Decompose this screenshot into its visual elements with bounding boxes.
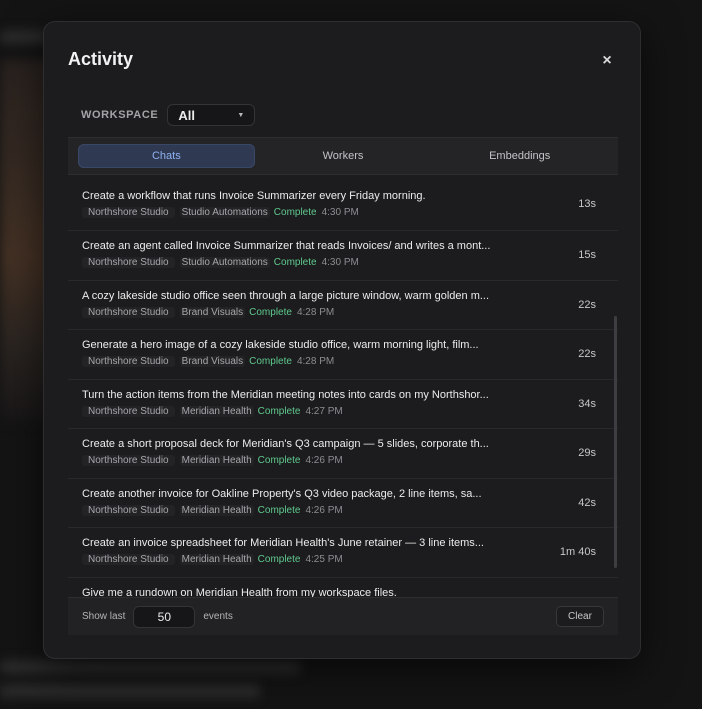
event-time: 4:26 PM (305, 504, 343, 516)
event-title: Create another invoice for Oakline Prope… (82, 487, 482, 500)
event-list[interactable]: Create a workflow that runs Invoice Summ… (68, 175, 618, 597)
event-title: Give me a rundown on Meridian Health fro… (82, 586, 397, 598)
event-workspace: Northshore Studio (82, 306, 175, 318)
event-workspace: Northshore Studio (82, 455, 175, 466)
tab-embeddings[interactable]: Embeddings (431, 144, 608, 168)
event-time: 4:30 PM (321, 257, 359, 268)
event-duration: 22s (578, 348, 596, 361)
event-title: Turn the action items from the Meridian … (82, 388, 489, 401)
event-workspace: Northshore Studio (82, 356, 175, 367)
event-project: Meridian Health (179, 504, 254, 516)
event-time: 4:26 PM (305, 455, 343, 466)
tab-workers[interactable]: Workers (255, 144, 432, 168)
event-duration: 22s (578, 298, 596, 311)
event-row[interactable]: Generate a hero image of a cozy lakeside… (68, 330, 618, 380)
event-row[interactable]: A cozy lakeside studio office seen throu… (68, 281, 618, 330)
event-status: Complete (249, 306, 292, 318)
event-workspace: Northshore Studio (82, 554, 175, 565)
backdrop-strip (0, 684, 260, 698)
event-status: Complete (257, 455, 301, 466)
list-footer: Show last events Clear (68, 597, 618, 635)
event-duration: 34s (578, 397, 596, 410)
event-duration: 13s (578, 197, 596, 210)
event-row[interactable]: Give me a rundown on Meridian Health fro… (68, 578, 618, 598)
event-meta: Northshore Studio Studio Automations Com… (82, 207, 618, 218)
list-scrollbar[interactable] (614, 316, 617, 568)
backdrop-strip (0, 660, 300, 674)
event-status: Complete (257, 405, 301, 417)
event-status: Complete (257, 554, 301, 565)
event-row[interactable]: Create a short proposal deck for Meridia… (68, 429, 618, 479)
event-title: Create an agent called Invoice Summarize… (82, 240, 491, 252)
activity-tabs: Chats Workers Embeddings (68, 137, 618, 175)
event-project: Brand Visuals (179, 306, 246, 318)
event-status: Complete (257, 504, 301, 516)
event-title: A cozy lakeside studio office seen throu… (82, 289, 490, 302)
event-title: Create a short proposal deck for Meridia… (82, 438, 489, 450)
event-workspace: Northshore Studio (82, 207, 175, 218)
event-project: Studio Automations (179, 257, 270, 268)
modal-title: Activity (68, 49, 134, 69)
event-workspace: Northshore Studio (82, 257, 175, 268)
event-time: 4:28 PM (296, 356, 335, 367)
events-label: events (203, 611, 233, 622)
event-project: Studio Automations (179, 207, 270, 218)
event-project: Meridian Health (179, 554, 254, 565)
chevron-down-icon: ▼ (237, 111, 245, 119)
show-last-label: Show last (82, 611, 126, 622)
event-workspace: Northshore Studio (82, 504, 175, 516)
tab-chats[interactable]: Chats (78, 144, 255, 168)
event-row[interactable]: Create a workflow that runs Invoice Summ… (68, 175, 618, 231)
event-meta: Northshore Studio Meridian Health Comple… (82, 554, 618, 565)
event-time: 4:27 PM (305, 405, 343, 417)
event-time: 4:30 PM (321, 207, 359, 218)
activity-modal: Activity × WORKSPACE All ▼ Chats Workers… (43, 21, 641, 659)
event-project: Meridian Health (179, 455, 254, 466)
clear-button[interactable]: Clear (556, 606, 604, 627)
event-status: Complete (249, 356, 292, 367)
event-meta: Northshore Studio Meridian Health Comple… (82, 455, 618, 466)
event-status: Complete (273, 257, 317, 268)
event-duration: 42s (578, 496, 596, 509)
close-icon[interactable]: × (598, 52, 616, 70)
backdrop-strip (0, 30, 45, 44)
event-row[interactable]: Create another invoice for Oakline Prope… (68, 479, 618, 528)
event-meta: Northshore Studio Studio Automations Com… (82, 257, 618, 268)
event-time: 4:25 PM (305, 554, 343, 565)
event-title: Generate a hero image of a cozy lakeside… (82, 339, 479, 351)
event-status: Complete (273, 207, 317, 218)
event-project: Meridian Health (179, 405, 254, 417)
workspace-label: WORKSPACE (81, 109, 159, 121)
event-title: Create an invoice spreadsheet for Meridi… (82, 537, 484, 549)
event-row[interactable]: Turn the action items from the Meridian … (68, 380, 618, 429)
event-duration: 15s (578, 249, 596, 262)
event-time: 4:28 PM (296, 306, 335, 318)
event-count-input[interactable] (133, 605, 196, 628)
workspace-filter: WORKSPACE All ▼ (81, 104, 256, 126)
event-meta: Northshore Studio Meridian Health Comple… (82, 405, 618, 417)
event-project: Brand Visuals (179, 356, 246, 367)
workspace-select[interactable]: All ▼ (167, 104, 256, 126)
event-meta: Northshore Studio Meridian Health Comple… (82, 504, 618, 516)
event-meta: Northshore Studio Brand Visuals Complete… (82, 356, 618, 367)
event-workspace: Northshore Studio (82, 405, 175, 417)
event-duration: 29s (578, 447, 596, 460)
event-title: Create a workflow that runs Invoice Summ… (82, 190, 426, 202)
event-meta: Northshore Studio Brand Visuals Complete… (82, 306, 618, 318)
event-duration: 1m 40s (559, 546, 596, 559)
event-row[interactable]: Create an agent called Invoice Summarize… (68, 231, 618, 281)
workspace-selected-value: All (178, 107, 195, 123)
event-row[interactable]: Create an invoice spreadsheet for Meridi… (68, 528, 618, 578)
